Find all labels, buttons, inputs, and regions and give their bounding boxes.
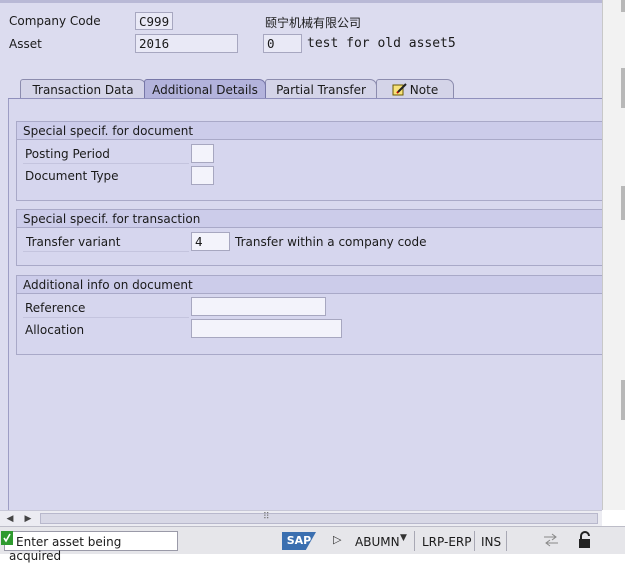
company-code-field[interactable]: C999 [135,12,173,30]
document-type-field[interactable] [191,166,214,185]
row-divider [23,251,189,252]
scroll-marker [621,380,625,420]
tab-label: Transaction Data [32,83,134,97]
document-type-label: Document Type [25,169,119,183]
transfer-variant-label: Transfer variant [26,235,121,249]
success-check-icon [1,531,13,548]
posting-period-label: Posting Period [25,147,110,161]
scroll-right-icon[interactable]: ▶ [22,513,34,525]
status-message-box[interactable]: Enter asset being acquired [1,531,178,563]
status-separator [414,531,415,551]
group-title: Additional info on document [17,276,602,294]
tab-label: Additional Details [152,83,258,97]
asset-subnumber-field[interactable]: 0 [263,34,302,53]
tab-label: Partial Transfer [276,83,366,97]
tab-label: Note [409,83,439,97]
status-separator [506,531,507,551]
status-message-text: Enter asset being acquired [9,535,122,563]
dropdown-arrow-icon[interactable]: ▼ [400,533,407,543]
group-document: Special specif. for document [16,121,602,201]
row-divider [23,317,189,318]
allocation-field[interactable] [191,319,342,338]
top-divider [0,0,602,3]
insert-mode: INS [481,535,502,549]
transfer-variant-description: Transfer within a company code [235,235,427,249]
lock-icon[interactable] [576,531,594,552]
system-info-toggle-icon[interactable]: ▷ [333,533,341,546]
scroll-left-icon[interactable]: ◀ [4,513,16,525]
company-code-label: Company Code [9,14,101,28]
scroll-marker [621,0,625,12]
tab-partial-transfer[interactable]: Partial Transfer [265,79,377,99]
company-name-text: 颐宁机械有限公司 [265,16,362,30]
tab-additional-details[interactable]: Additional Details [144,79,266,100]
scroll-thumb[interactable]: ⠿ [40,512,598,524]
connection-icon [542,531,560,552]
scroll-marker [621,186,625,220]
tab-transaction-data[interactable]: Transaction Data [20,79,146,99]
note-icon [392,83,408,99]
reference-label: Reference [25,301,86,315]
transfer-variant-field[interactable]: 4 [191,232,230,251]
tab-note[interactable]: Note [376,79,454,99]
group-title: Special specif. for document [17,122,602,140]
asset-description-text: test for old asset5 [307,36,456,51]
vertical-scrollbar[interactable] [602,0,625,510]
asset-label: Asset [9,37,42,51]
system-id: LRP-ERP [422,535,472,549]
scroll-marker [621,68,625,108]
posting-period-field[interactable] [191,144,214,163]
reference-field[interactable] [191,297,326,316]
allocation-label: Allocation [25,323,85,337]
status-separator [474,531,475,551]
group-title: Special specif. for transaction [17,210,602,228]
row-divider [23,163,189,164]
thumb-grip-icon: ⠿ [263,512,270,522]
transaction-code: ABUMN [355,535,400,549]
asset-number-field[interactable]: 2016 [135,34,238,53]
horizontal-scrollbar[interactable]: ◀ ▶ ⠿ [0,510,602,526]
